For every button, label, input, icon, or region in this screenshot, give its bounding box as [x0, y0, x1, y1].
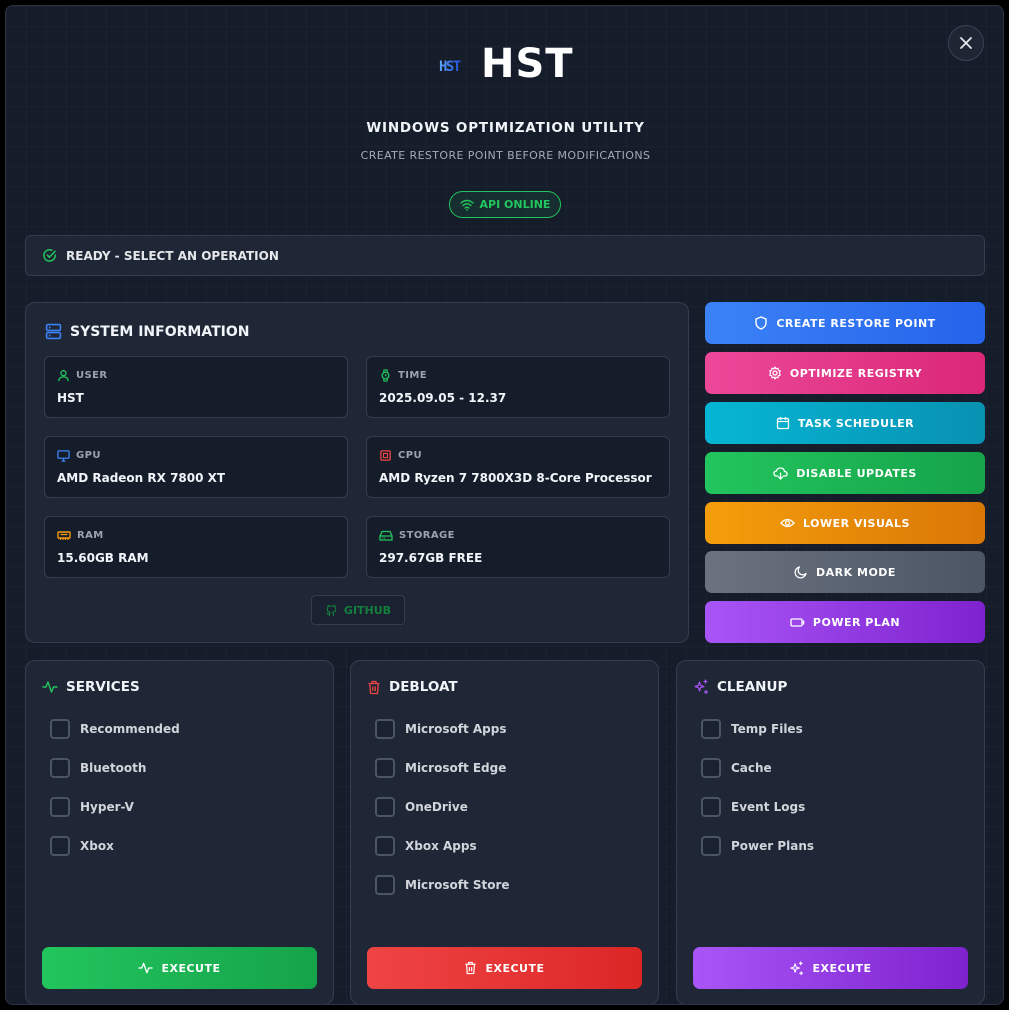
- user-icon: [58, 370, 69, 382]
- memory-icon: [57, 531, 71, 540]
- cleanup-option[interactable]: Power Plans: [701, 836, 814, 856]
- close-icon: [960, 37, 972, 49]
- checkbox[interactable]: [50, 719, 70, 739]
- monitor-icon: [57, 450, 70, 462]
- checkbox[interactable]: [375, 758, 395, 778]
- cleanup-option[interactable]: Cache: [701, 758, 772, 778]
- power-plan-button[interactable]: POWER PLAN: [705, 601, 985, 643]
- cpu-icon: [380, 450, 391, 461]
- debloat-option[interactable]: Xbox Apps: [375, 836, 477, 856]
- debloat-execute-button[interactable]: EXECUTE: [367, 947, 642, 989]
- debloat-option[interactable]: Microsoft Apps: [375, 719, 506, 739]
- cleanup-panel: CLEANUP Temp Files Cache Event Logs Powe…: [676, 660, 985, 1004]
- app-logo: HST HST: [439, 44, 574, 84]
- system-info-panel: SYSTEM INFORMATION USER HST TIME 2025.09…: [25, 302, 689, 643]
- svg-text:HST: HST: [439, 59, 461, 75]
- cloud-download-icon: [773, 467, 788, 480]
- page-subtitle: CREATE RESTORE POINT BEFORE MODIFICATION…: [360, 149, 651, 162]
- status-text: READY - SELECT AN OPERATION: [66, 248, 279, 263]
- task-scheduler-button[interactable]: TASK SCHEDULER: [705, 402, 985, 444]
- info-value-time: 2025.09.05 - 12.37: [379, 391, 507, 405]
- info-value-user: HST: [57, 391, 84, 405]
- info-value-storage: 297.67GB FREE: [379, 551, 483, 565]
- checkbox[interactable]: [375, 875, 395, 895]
- info-value-gpu: AMD Radeon RX 7800 XT: [57, 471, 226, 485]
- server-icon: [45, 323, 62, 340]
- debloat-option[interactable]: Microsoft Store: [375, 875, 510, 895]
- system-info-title: SYSTEM INFORMATION: [45, 323, 249, 340]
- info-card-storage: STORAGE 297.67GB FREE: [366, 516, 670, 578]
- gear-icon: [768, 366, 781, 380]
- disable-updates-button[interactable]: DISABLE UPDATES: [705, 452, 985, 494]
- services-panel: SERVICES Recommended Bluetooth Hyper-V X…: [25, 660, 334, 1004]
- wifi-icon: [459, 199, 474, 211]
- calendar-icon: [776, 417, 790, 430]
- close-button[interactable]: [948, 25, 984, 61]
- checkbox[interactable]: [50, 758, 70, 778]
- info-card-user: USER HST: [44, 356, 348, 418]
- activity-icon: [42, 681, 58, 693]
- debloat-option[interactable]: OneDrive: [375, 797, 468, 817]
- checkbox[interactable]: [50, 797, 70, 817]
- trash-icon: [368, 680, 380, 694]
- trash-icon: [465, 961, 477, 975]
- info-value-ram: 15.60GB RAM: [57, 551, 149, 565]
- info-card-ram: RAM 15.60GB RAM: [44, 516, 348, 578]
- battery-icon: [790, 618, 805, 627]
- api-status-text: API ONLINE: [479, 198, 551, 211]
- debloat-option[interactable]: Microsoft Edge: [375, 758, 506, 778]
- debloat-title: DEBLOAT: [367, 679, 458, 695]
- lower-visuals-button[interactable]: LOWER VISUALS: [705, 502, 985, 544]
- cleanup-option[interactable]: Event Logs: [701, 797, 805, 817]
- check-circle-icon: [43, 249, 56, 262]
- debloat-panel: DEBLOAT Microsoft Apps Microsoft Edge On…: [350, 660, 659, 1004]
- checkbox[interactable]: [701, 797, 721, 817]
- eye-icon: [780, 518, 795, 528]
- moon-icon: [794, 566, 807, 579]
- checkbox[interactable]: [375, 797, 395, 817]
- activity-icon: [138, 962, 154, 974]
- github-icon: [326, 604, 337, 616]
- info-card-gpu: GPU AMD Radeon RX 7800 XT: [44, 436, 348, 498]
- watch-icon: [381, 369, 390, 382]
- cleanup-execute-button[interactable]: EXECUTE: [693, 947, 968, 989]
- create-restore-point-button[interactable]: CREATE RESTORE POINT: [705, 302, 985, 344]
- sparkles-icon: [694, 679, 709, 695]
- app-window: HST HST WINDOWS OPTIMIZATION UTILITY CRE…: [5, 5, 1004, 1005]
- info-card-cpu: CPU AMD Ryzen 7 7800X3D 8-Core Processor: [366, 436, 670, 498]
- status-bar: READY - SELECT AN OPERATION: [25, 235, 985, 276]
- services-option[interactable]: Hyper-V: [50, 797, 134, 817]
- shield-icon: [755, 316, 768, 330]
- checkbox[interactable]: [701, 758, 721, 778]
- sparkles-icon: [790, 960, 804, 975]
- logo-text: HST: [481, 41, 574, 87]
- info-value-cpu: AMD Ryzen 7 7800X3D 8-Core Processor: [379, 471, 652, 485]
- services-option[interactable]: Recommended: [50, 719, 180, 739]
- optimize-registry-button[interactable]: OPTIMIZE REGISTRY: [705, 352, 985, 394]
- page-title: WINDOWS OPTIMIZATION UTILITY: [366, 120, 645, 136]
- checkbox[interactable]: [701, 719, 721, 739]
- services-option[interactable]: Xbox: [50, 836, 114, 856]
- github-button[interactable]: GITHUB: [311, 595, 405, 625]
- api-status-badge: API ONLINE: [449, 191, 561, 218]
- checkbox[interactable]: [701, 836, 721, 856]
- dark-mode-button[interactable]: DARK MODE: [705, 551, 985, 593]
- hard-drive-icon: [379, 530, 393, 541]
- logo-mark: HST: [439, 59, 462, 75]
- checkbox[interactable]: [50, 836, 70, 856]
- services-option[interactable]: Bluetooth: [50, 758, 146, 778]
- checkbox[interactable]: [375, 719, 395, 739]
- cleanup-option[interactable]: Temp Files: [701, 719, 803, 739]
- checkbox[interactable]: [375, 836, 395, 856]
- services-execute-button[interactable]: EXECUTE: [42, 947, 317, 989]
- info-card-time: TIME 2025.09.05 - 12.37: [366, 356, 670, 418]
- services-title: SERVICES: [42, 679, 140, 695]
- cleanup-title: CLEANUP: [693, 679, 787, 695]
